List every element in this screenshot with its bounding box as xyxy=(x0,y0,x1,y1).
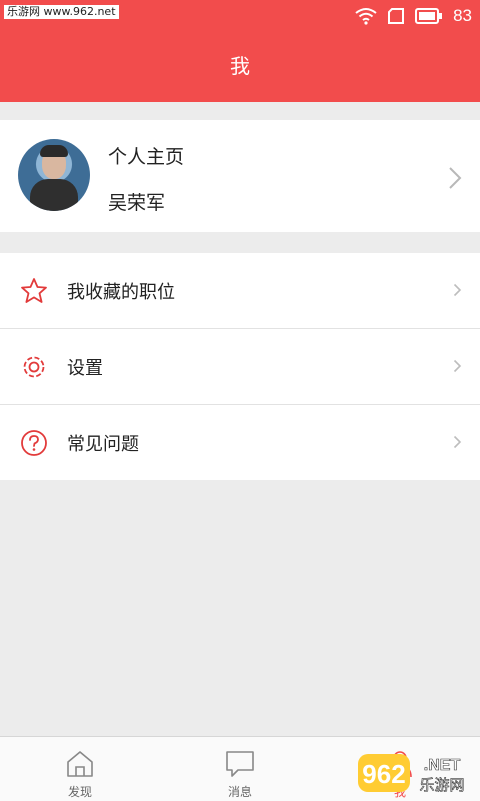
gear-icon xyxy=(19,352,49,382)
menu-item-favorites[interactable]: 我收藏的职位 xyxy=(0,253,480,328)
wifi-icon xyxy=(355,8,377,25)
menu-item-faq[interactable]: 常见问题 xyxy=(0,404,480,480)
svg-text:962: 962 xyxy=(362,759,405,789)
page-title: 我 xyxy=(230,54,250,78)
menu-list: 我收藏的职位 设置 常见问题 xyxy=(0,253,480,480)
chevron-right-icon xyxy=(453,359,462,373)
chevron-right-icon xyxy=(449,167,462,189)
tab-label: 发现 xyxy=(67,785,92,799)
tab-messages[interactable]: 消息 xyxy=(160,737,320,801)
menu-item-label: 常见问题 xyxy=(67,433,139,455)
svg-text:.NET: .NET xyxy=(424,757,461,774)
avatar[interactable] xyxy=(18,139,90,211)
profile-card[interactable] xyxy=(0,120,480,232)
profile-title: 个人主页 xyxy=(108,146,185,168)
battery-percent: 83 xyxy=(453,6,472,25)
status-bar: 乐游网 www.962.net 83 xyxy=(0,0,480,32)
chevron-right-icon xyxy=(453,435,462,449)
profile-name: 吴荣军 xyxy=(108,192,166,214)
tab-discover[interactable]: 发现 xyxy=(0,737,160,801)
status-icons: 83 xyxy=(355,4,472,28)
watermark: 乐游网 www.962.net xyxy=(4,5,119,19)
menu-item-label: 设置 xyxy=(67,357,103,379)
battery-icon xyxy=(415,8,443,24)
home-icon xyxy=(67,751,93,777)
sim-card-icon xyxy=(388,8,405,24)
header-bar: 乐游网 www.962.net 83 我 xyxy=(0,0,480,102)
menu-item-settings[interactable]: 设置 xyxy=(0,328,480,404)
watermark-logo: 962 .NET 乐游网 xyxy=(358,754,465,794)
tab-label: 消息 xyxy=(227,785,252,799)
message-icon xyxy=(226,751,254,777)
chevron-right-icon xyxy=(453,283,462,297)
menu-item-label: 我收藏的职位 xyxy=(67,281,175,303)
svg-text:乐游网: 乐游网 xyxy=(419,776,464,794)
star-icon xyxy=(19,276,49,306)
question-icon xyxy=(19,428,49,458)
